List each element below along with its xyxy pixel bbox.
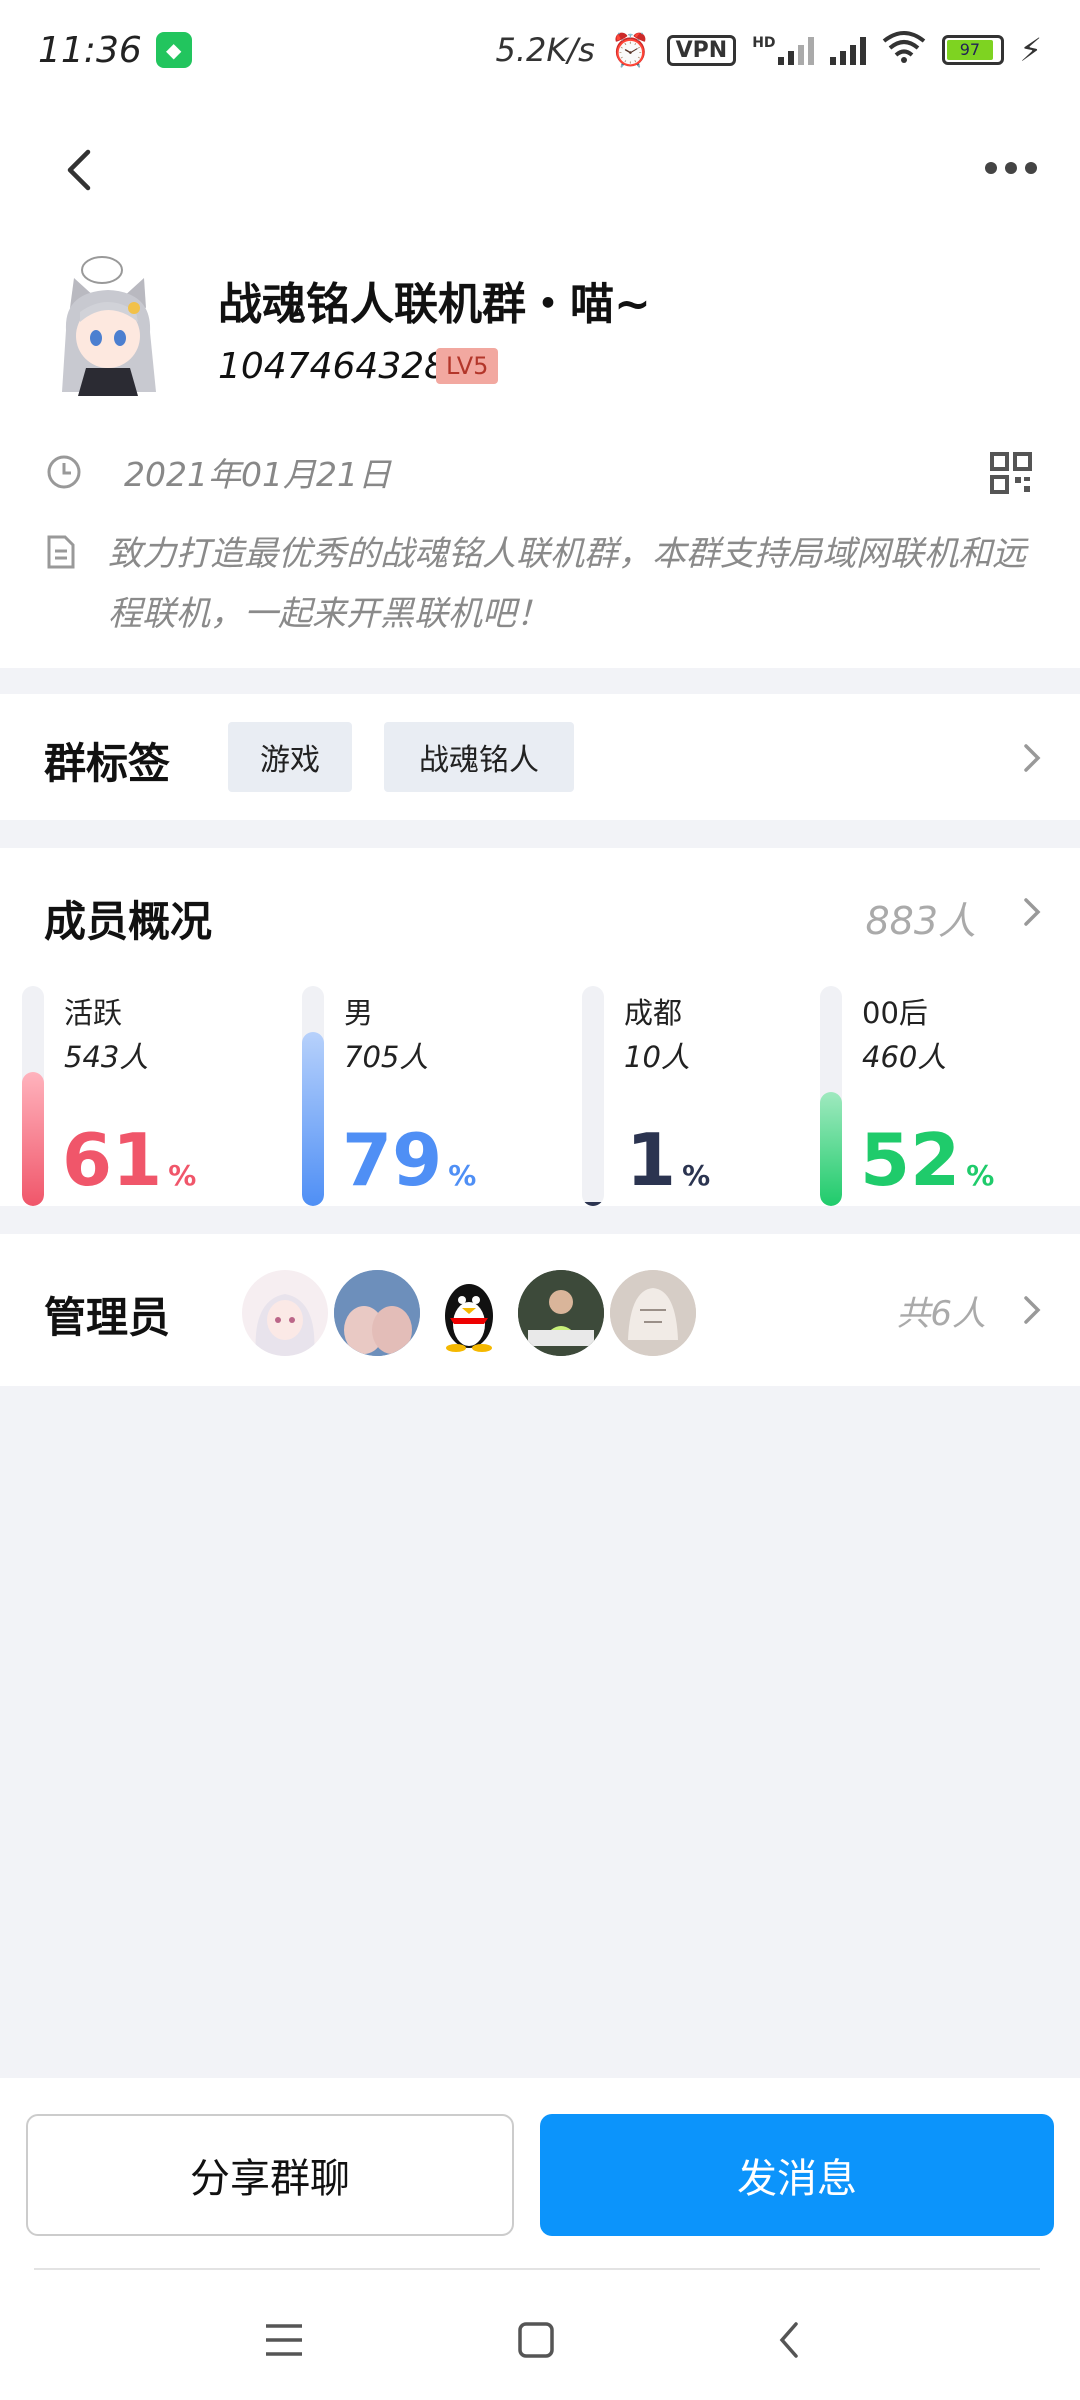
- system-nav-bar: [0, 2270, 1080, 2400]
- stat-label: 00后: [862, 996, 928, 1030]
- share-group-button[interactable]: 分享群聊: [26, 2114, 514, 2236]
- stat-bar: [302, 1032, 324, 1206]
- description-row: 致力打造最优秀的战魂铭人联机群，本群支持局域网联机和远程联机，一起来开黑联机吧！: [46, 524, 1036, 644]
- home-square-icon: [518, 2322, 554, 2358]
- back-button[interactable]: [50, 140, 110, 200]
- signal-icon: [829, 35, 866, 65]
- admin-avatar[interactable]: [334, 1270, 420, 1356]
- signal-hd-icon: HD: [752, 35, 814, 65]
- more-dots-icon: [985, 162, 997, 174]
- status-bar: 11:36 ◆ 5.2K/s ⏰ VPN HD 97 ⚡: [0, 0, 1080, 100]
- battery-icon: 97: [941, 35, 1004, 65]
- level-badge: LV5: [436, 348, 499, 384]
- qr-code-icon: [990, 452, 1032, 494]
- members-title: 成员概况: [44, 897, 213, 946]
- group-tags-section[interactable]: 群标签 游戏 战魂铭人: [0, 694, 1080, 820]
- app-shield-icon: ◆: [155, 32, 192, 68]
- admin-avatar[interactable]: [426, 1270, 512, 1356]
- group-header: 战魂铭人联机群・喵~ 1047464328 LV5 2021年01月21日 致力…: [0, 100, 1080, 668]
- stat-track: [302, 986, 324, 1206]
- more-button[interactable]: [976, 148, 1046, 188]
- alarm-icon: ⏰: [610, 31, 651, 69]
- group-name: 战魂铭人联机群・喵~: [218, 279, 651, 330]
- admins-section[interactable]: 管理员 共6人: [0, 1234, 1080, 1386]
- admins-title: 管理员: [44, 1293, 171, 1342]
- stat-region: 成都 10人 1%: [582, 986, 822, 1206]
- vpn-icon: VPN: [666, 34, 737, 66]
- stat-count: 460人: [862, 1040, 947, 1074]
- stat-track: [820, 986, 842, 1206]
- stat-label: 男: [344, 996, 374, 1030]
- stat-bar: [22, 1072, 44, 1206]
- action-bar: 分享群聊 发消息: [0, 2078, 1080, 2270]
- group-description: 致力打造最优秀的战魂铭人联机群，本群支持局域网联机和远程联机，一起来开黑联机吧！: [108, 534, 1026, 634]
- stat-bar: [582, 1202, 604, 1206]
- stat-percent: 61%: [62, 1118, 197, 1202]
- admin-total: 共6人: [896, 1294, 986, 1334]
- stat-count: 705人: [344, 1040, 429, 1074]
- document-icon: [47, 535, 75, 569]
- back-triangle-icon: [779, 2322, 798, 2358]
- members-overview-section[interactable]: 成员概况 883人 活跃 543人 61% 男 705人 79% 成都 10人 …: [0, 848, 1080, 1206]
- nav-back-button[interactable]: [760, 2310, 820, 2370]
- created-date-row: 2021年01月21日: [46, 448, 391, 496]
- charging-icon: ⚡: [1019, 31, 1042, 69]
- stat-percent: 79%: [342, 1118, 477, 1202]
- group-avatar[interactable]: [52, 250, 182, 400]
- catgirl-avatar-icon: [62, 256, 156, 396]
- created-date: 2021年01月21日: [124, 455, 391, 494]
- admin-avatar[interactable]: [242, 1270, 328, 1356]
- stat-percent: 1%: [626, 1118, 711, 1202]
- member-count: 883人: [865, 899, 976, 943]
- chevron-left-icon: [67, 149, 91, 191]
- wifi-icon: [882, 29, 926, 71]
- status-time: 11:36: [38, 29, 142, 71]
- stat-label: 活跃: [64, 996, 123, 1030]
- home-button[interactable]: [506, 2310, 566, 2370]
- group-id: 1047464328: [218, 346, 448, 387]
- penguin-icon: [445, 1284, 493, 1352]
- stat-percent: 52%: [860, 1118, 995, 1202]
- stat-age: 00后 460人 52%: [820, 986, 1060, 1206]
- menu-button[interactable]: [254, 2310, 314, 2370]
- admin-avatar[interactable]: [518, 1270, 604, 1356]
- stat-bar: [820, 1092, 842, 1206]
- net-speed: 5.2K/s: [495, 31, 595, 69]
- tag-item[interactable]: 战魂铭人: [384, 722, 574, 792]
- stat-label: 成都: [624, 996, 683, 1030]
- tags-title: 群标签: [44, 739, 171, 788]
- send-message-button[interactable]: 发消息: [540, 2114, 1054, 2236]
- stat-track: [22, 986, 44, 1206]
- menu-icon: [266, 2324, 302, 2356]
- chevron-right-icon: [1024, 1296, 1041, 1324]
- qr-code-button[interactable]: [990, 452, 1032, 494]
- tag-item[interactable]: 游戏: [228, 722, 352, 792]
- admin-avatar[interactable]: [610, 1270, 696, 1356]
- chevron-right-icon: [1024, 744, 1041, 772]
- stat-male: 男 705人 79%: [302, 986, 542, 1206]
- stat-active: 活跃 543人 61%: [22, 986, 262, 1206]
- chevron-right-icon: [1024, 898, 1041, 926]
- stat-count: 543人: [64, 1040, 149, 1074]
- stat-track: [582, 986, 604, 1206]
- clock-icon: [47, 455, 81, 489]
- stat-count: 10人: [624, 1040, 690, 1074]
